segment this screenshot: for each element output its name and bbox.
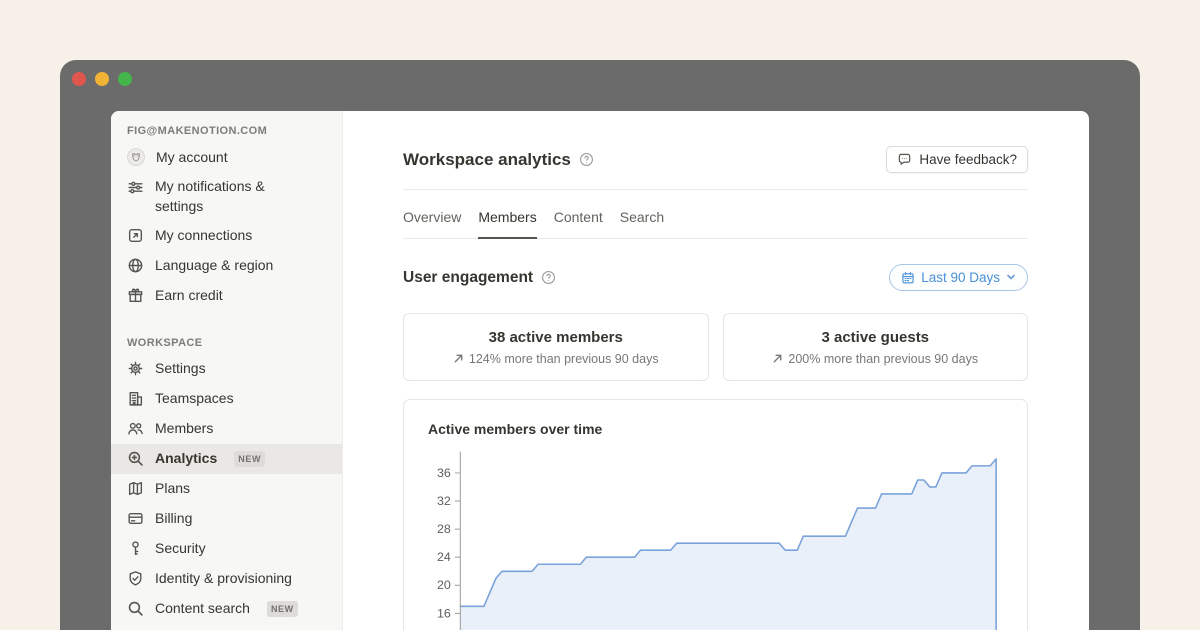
chevron-down-icon: [1006, 270, 1016, 285]
trend-up-icon: [453, 353, 464, 364]
avatar-icon: [127, 148, 145, 166]
have-feedback-button[interactable]: Have feedback?: [886, 146, 1028, 173]
sidebar-item-plans[interactable]: Plans: [111, 474, 342, 504]
sidebar-item-label: Earn credit: [155, 285, 223, 305]
stat-delta: 124% more than previous 90 days: [469, 352, 659, 366]
tab-content[interactable]: Content: [554, 209, 603, 238]
feedback-bubble-icon: [897, 152, 912, 167]
active-members-chart-card: 36 32 28 24 20 16 Active members over time: [403, 399, 1028, 630]
stat-value: 38 active members: [489, 329, 623, 346]
help-icon[interactable]: [579, 152, 594, 167]
shield-check-icon: [127, 570, 144, 587]
header-divider: [403, 189, 1028, 190]
sidebar-item-billing[interactable]: Billing: [111, 504, 342, 534]
sidebar-item-label: Identity & provisioning: [155, 568, 292, 588]
new-badge: NEW: [267, 601, 298, 617]
sidebar-item-label: Language & region: [155, 255, 273, 275]
minimize-window-button[interactable]: [95, 72, 109, 86]
zoom-in-icon: [127, 450, 144, 467]
globe-icon: [127, 257, 144, 274]
active-guests-stat-card: 3 active guests 200% more than previous …: [723, 313, 1029, 381]
app-window: FIG@MAKENOTION.COM My account: [60, 60, 1140, 630]
credit-card-icon: [127, 510, 144, 527]
stat-value: 3 active guests: [821, 329, 929, 346]
sidebar-item-label: Members: [155, 418, 213, 438]
svg-text:16: 16: [437, 606, 451, 620]
settings-sidebar: FIG@MAKENOTION.COM My account: [111, 111, 343, 630]
close-window-button[interactable]: [72, 72, 86, 86]
help-icon[interactable]: [541, 270, 556, 285]
sidebar-item-label: Security: [155, 538, 206, 558]
sidebar-item-content-search[interactable]: Content search NEW: [111, 594, 342, 624]
sidebar-item-earn-credit[interactable]: Earn credit: [111, 281, 342, 311]
sidebar-item-label: Teamspaces: [155, 388, 234, 408]
have-feedback-label: Have feedback?: [919, 152, 1017, 167]
sidebar-item-members[interactable]: Members: [111, 414, 342, 444]
calendar-icon: [901, 271, 915, 285]
tab-overview[interactable]: Overview: [403, 209, 461, 238]
active-members-stat-card: 38 active members 124% more than previou…: [403, 313, 709, 381]
key-icon: [127, 540, 144, 557]
user-engagement-title: User engagement: [403, 269, 533, 287]
gift-icon: [127, 287, 144, 304]
svg-text:24: 24: [437, 550, 451, 564]
workspace-section-heading: WORKSPACE: [111, 336, 342, 350]
sidebar-item-my-account[interactable]: My account: [111, 142, 342, 172]
sidebar-item-label: My account: [156, 147, 228, 167]
svg-text:32: 32: [437, 494, 451, 508]
sidebar-item-label: Analytics: [155, 448, 217, 468]
sidebar-item-label: My connections: [155, 225, 252, 245]
page-title: Workspace analytics: [403, 150, 571, 170]
svg-text:20: 20: [437, 578, 451, 592]
sidebar-item-settings[interactable]: Settings: [111, 354, 342, 384]
account-email-heading: FIG@MAKENOTION.COM: [111, 124, 342, 138]
sidebar-item-my-connections[interactable]: My connections: [111, 221, 342, 251]
zoom-window-button[interactable]: [118, 72, 132, 86]
svg-text:28: 28: [437, 522, 451, 536]
arrow-box-icon: [127, 227, 144, 244]
tab-search[interactable]: Search: [620, 209, 664, 238]
trend-up-icon: [772, 353, 783, 364]
sidebar-item-label: Settings: [155, 358, 206, 378]
sliders-icon: [127, 179, 144, 196]
svg-text:36: 36: [437, 466, 451, 480]
window-controls: [72, 72, 132, 86]
sidebar-item-label: My notifications & settings: [155, 176, 315, 217]
sidebar-item-label: Plans: [155, 478, 190, 498]
sidebar-item-label: Billing: [155, 508, 192, 528]
map-icon: [127, 480, 144, 497]
sidebar-item-analytics[interactable]: Analytics NEW: [111, 444, 342, 474]
sidebar-item-teamspaces[interactable]: Teamspaces: [111, 384, 342, 414]
sidebar-item-language-region[interactable]: Language & region: [111, 251, 342, 281]
analytics-main: Workspace analytics: [343, 111, 1089, 630]
building-icon: [127, 390, 144, 407]
new-badge: NEW: [234, 451, 265, 467]
settings-panel: FIG@MAKENOTION.COM My account: [111, 111, 1089, 630]
stat-delta: 200% more than previous 90 days: [788, 352, 978, 366]
date-range-dropdown[interactable]: Last 90 Days: [889, 264, 1028, 291]
sidebar-item-security[interactable]: Security: [111, 534, 342, 564]
tab-members[interactable]: Members: [478, 209, 536, 238]
date-range-label: Last 90 Days: [921, 270, 1000, 285]
sidebar-item-identity-provisioning[interactable]: Identity & provisioning: [111, 564, 342, 594]
sidebar-item-label: Content search: [155, 598, 250, 618]
chart-title: Active members over time: [428, 421, 602, 437]
people-icon: [127, 420, 144, 437]
gear-icon: [127, 360, 144, 377]
search-icon: [127, 600, 144, 617]
analytics-tabs: Overview Members Content Search: [403, 209, 1028, 239]
sidebar-item-notifications-settings[interactable]: My notifications & settings: [111, 172, 342, 221]
